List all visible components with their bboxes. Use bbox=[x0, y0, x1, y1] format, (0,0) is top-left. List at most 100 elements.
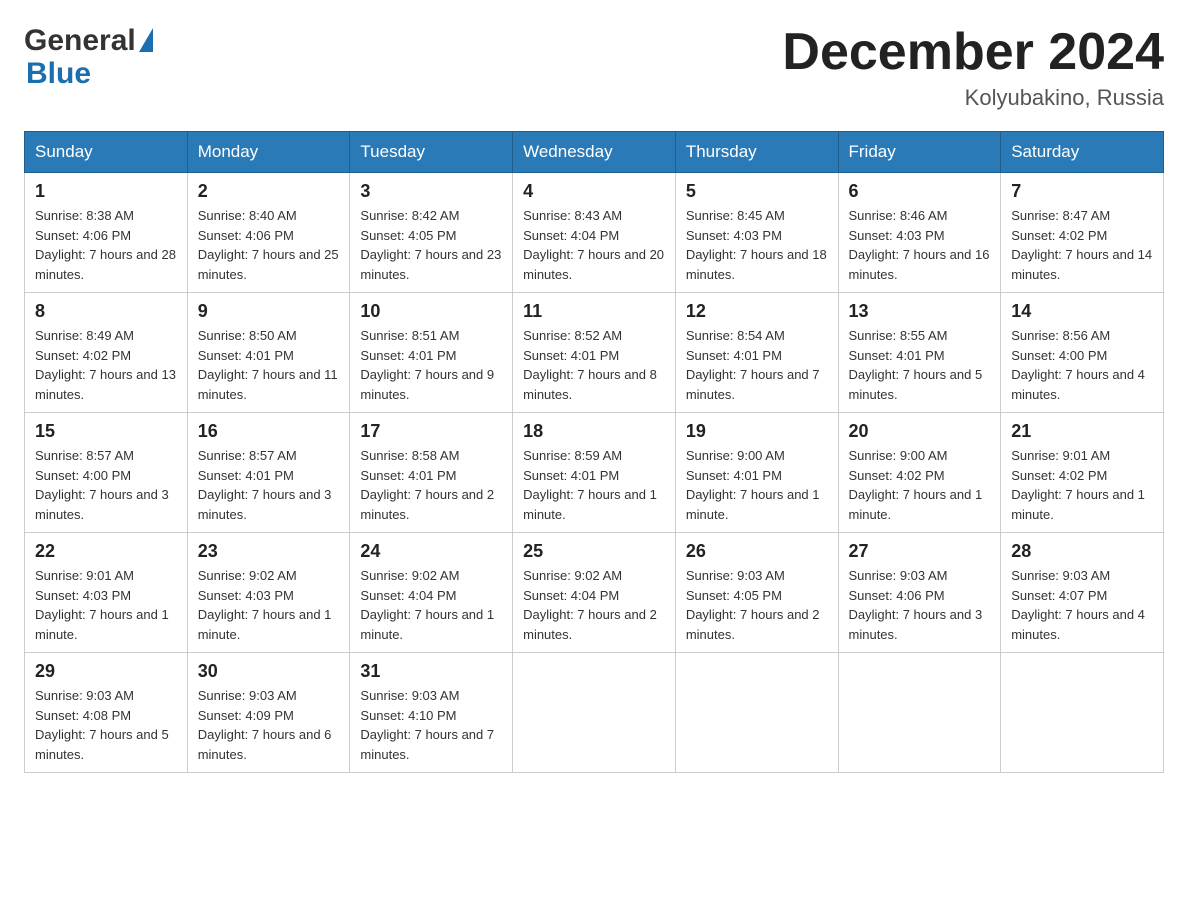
day-number: 23 bbox=[198, 541, 340, 562]
day-number: 27 bbox=[849, 541, 991, 562]
day-info: Sunrise: 9:03 AMSunset: 4:05 PMDaylight:… bbox=[686, 566, 828, 644]
logo-blue-text: Blue bbox=[26, 57, 91, 90]
table-row bbox=[513, 653, 676, 773]
day-number: 2 bbox=[198, 181, 340, 202]
day-number: 16 bbox=[198, 421, 340, 442]
day-number: 1 bbox=[35, 181, 177, 202]
table-row: 3 Sunrise: 8:42 AMSunset: 4:05 PMDayligh… bbox=[350, 173, 513, 293]
day-number: 15 bbox=[35, 421, 177, 442]
day-number: 18 bbox=[523, 421, 665, 442]
table-row: 31 Sunrise: 9:03 AMSunset: 4:10 PMDaylig… bbox=[350, 653, 513, 773]
day-info: Sunrise: 8:47 AMSunset: 4:02 PMDaylight:… bbox=[1011, 206, 1153, 284]
day-number: 28 bbox=[1011, 541, 1153, 562]
table-row: 19 Sunrise: 9:00 AMSunset: 4:01 PMDaylig… bbox=[675, 413, 838, 533]
table-row: 26 Sunrise: 9:03 AMSunset: 4:05 PMDaylig… bbox=[675, 533, 838, 653]
day-info: Sunrise: 8:52 AMSunset: 4:01 PMDaylight:… bbox=[523, 326, 665, 404]
table-row: 6 Sunrise: 8:46 AMSunset: 4:03 PMDayligh… bbox=[838, 173, 1001, 293]
day-info: Sunrise: 8:40 AMSunset: 4:06 PMDaylight:… bbox=[198, 206, 340, 284]
day-number: 21 bbox=[1011, 421, 1153, 442]
table-row bbox=[1001, 653, 1164, 773]
day-number: 31 bbox=[360, 661, 502, 682]
logo: General Blue bbox=[24, 24, 153, 90]
header-monday: Monday bbox=[187, 132, 350, 173]
day-info: Sunrise: 9:03 AMSunset: 4:06 PMDaylight:… bbox=[849, 566, 991, 644]
header-thursday: Thursday bbox=[675, 132, 838, 173]
logo-general-text: General bbox=[24, 24, 136, 57]
day-info: Sunrise: 8:54 AMSunset: 4:01 PMDaylight:… bbox=[686, 326, 828, 404]
day-number: 24 bbox=[360, 541, 502, 562]
table-row: 18 Sunrise: 8:59 AMSunset: 4:01 PMDaylig… bbox=[513, 413, 676, 533]
table-row: 15 Sunrise: 8:57 AMSunset: 4:00 PMDaylig… bbox=[25, 413, 188, 533]
calendar-table: Sunday Monday Tuesday Wednesday Thursday… bbox=[24, 131, 1164, 773]
day-info: Sunrise: 9:03 AMSunset: 4:10 PMDaylight:… bbox=[360, 686, 502, 764]
day-info: Sunrise: 8:57 AMSunset: 4:00 PMDaylight:… bbox=[35, 446, 177, 524]
day-number: 7 bbox=[1011, 181, 1153, 202]
day-number: 26 bbox=[686, 541, 828, 562]
table-row: 10 Sunrise: 8:51 AMSunset: 4:01 PMDaylig… bbox=[350, 293, 513, 413]
day-info: Sunrise: 8:43 AMSunset: 4:04 PMDaylight:… bbox=[523, 206, 665, 284]
day-info: Sunrise: 9:03 AMSunset: 4:09 PMDaylight:… bbox=[198, 686, 340, 764]
day-number: 12 bbox=[686, 301, 828, 322]
day-number: 8 bbox=[35, 301, 177, 322]
day-info: Sunrise: 9:01 AMSunset: 4:02 PMDaylight:… bbox=[1011, 446, 1153, 524]
table-row: 14 Sunrise: 8:56 AMSunset: 4:00 PMDaylig… bbox=[1001, 293, 1164, 413]
logo-triangle-icon bbox=[139, 28, 153, 52]
table-row: 2 Sunrise: 8:40 AMSunset: 4:06 PMDayligh… bbox=[187, 173, 350, 293]
calendar-title: December 2024 bbox=[782, 24, 1164, 81]
weekday-header-row: Sunday Monday Tuesday Wednesday Thursday… bbox=[25, 132, 1164, 173]
day-info: Sunrise: 9:02 AMSunset: 4:03 PMDaylight:… bbox=[198, 566, 340, 644]
header-friday: Friday bbox=[838, 132, 1001, 173]
day-info: Sunrise: 9:01 AMSunset: 4:03 PMDaylight:… bbox=[35, 566, 177, 644]
calendar-subtitle: Kolyubakino, Russia bbox=[782, 85, 1164, 111]
day-info: Sunrise: 8:45 AMSunset: 4:03 PMDaylight:… bbox=[686, 206, 828, 284]
calendar-week-row: 29 Sunrise: 9:03 AMSunset: 4:08 PMDaylig… bbox=[25, 653, 1164, 773]
day-number: 4 bbox=[523, 181, 665, 202]
day-number: 19 bbox=[686, 421, 828, 442]
table-row: 12 Sunrise: 8:54 AMSunset: 4:01 PMDaylig… bbox=[675, 293, 838, 413]
day-info: Sunrise: 9:02 AMSunset: 4:04 PMDaylight:… bbox=[523, 566, 665, 644]
day-info: Sunrise: 8:58 AMSunset: 4:01 PMDaylight:… bbox=[360, 446, 502, 524]
table-row: 20 Sunrise: 9:00 AMSunset: 4:02 PMDaylig… bbox=[838, 413, 1001, 533]
day-number: 11 bbox=[523, 301, 665, 322]
day-number: 9 bbox=[198, 301, 340, 322]
day-info: Sunrise: 8:59 AMSunset: 4:01 PMDaylight:… bbox=[523, 446, 665, 524]
table-row: 27 Sunrise: 9:03 AMSunset: 4:06 PMDaylig… bbox=[838, 533, 1001, 653]
day-number: 17 bbox=[360, 421, 502, 442]
day-info: Sunrise: 9:03 AMSunset: 4:07 PMDaylight:… bbox=[1011, 566, 1153, 644]
calendar-week-row: 15 Sunrise: 8:57 AMSunset: 4:00 PMDaylig… bbox=[25, 413, 1164, 533]
table-row: 4 Sunrise: 8:43 AMSunset: 4:04 PMDayligh… bbox=[513, 173, 676, 293]
table-row: 22 Sunrise: 9:01 AMSunset: 4:03 PMDaylig… bbox=[25, 533, 188, 653]
header-wednesday: Wednesday bbox=[513, 132, 676, 173]
day-info: Sunrise: 8:38 AMSunset: 4:06 PMDaylight:… bbox=[35, 206, 177, 284]
calendar-week-row: 1 Sunrise: 8:38 AMSunset: 4:06 PMDayligh… bbox=[25, 173, 1164, 293]
page-header: General Blue December 2024 Kolyubakino, … bbox=[24, 24, 1164, 111]
table-row: 21 Sunrise: 9:01 AMSunset: 4:02 PMDaylig… bbox=[1001, 413, 1164, 533]
day-info: Sunrise: 9:00 AMSunset: 4:01 PMDaylight:… bbox=[686, 446, 828, 524]
title-section: December 2024 Kolyubakino, Russia bbox=[782, 24, 1164, 111]
day-info: Sunrise: 9:03 AMSunset: 4:08 PMDaylight:… bbox=[35, 686, 177, 764]
table-row: 5 Sunrise: 8:45 AMSunset: 4:03 PMDayligh… bbox=[675, 173, 838, 293]
header-sunday: Sunday bbox=[25, 132, 188, 173]
header-tuesday: Tuesday bbox=[350, 132, 513, 173]
day-number: 22 bbox=[35, 541, 177, 562]
table-row: 16 Sunrise: 8:57 AMSunset: 4:01 PMDaylig… bbox=[187, 413, 350, 533]
table-row bbox=[838, 653, 1001, 773]
table-row: 11 Sunrise: 8:52 AMSunset: 4:01 PMDaylig… bbox=[513, 293, 676, 413]
day-info: Sunrise: 8:50 AMSunset: 4:01 PMDaylight:… bbox=[198, 326, 340, 404]
day-info: Sunrise: 8:46 AMSunset: 4:03 PMDaylight:… bbox=[849, 206, 991, 284]
day-number: 25 bbox=[523, 541, 665, 562]
day-info: Sunrise: 8:42 AMSunset: 4:05 PMDaylight:… bbox=[360, 206, 502, 284]
day-number: 6 bbox=[849, 181, 991, 202]
table-row: 30 Sunrise: 9:03 AMSunset: 4:09 PMDaylig… bbox=[187, 653, 350, 773]
day-number: 3 bbox=[360, 181, 502, 202]
header-saturday: Saturday bbox=[1001, 132, 1164, 173]
table-row bbox=[675, 653, 838, 773]
day-info: Sunrise: 8:57 AMSunset: 4:01 PMDaylight:… bbox=[198, 446, 340, 524]
day-number: 20 bbox=[849, 421, 991, 442]
day-info: Sunrise: 8:49 AMSunset: 4:02 PMDaylight:… bbox=[35, 326, 177, 404]
day-number: 29 bbox=[35, 661, 177, 682]
day-number: 30 bbox=[198, 661, 340, 682]
day-info: Sunrise: 8:55 AMSunset: 4:01 PMDaylight:… bbox=[849, 326, 991, 404]
table-row: 25 Sunrise: 9:02 AMSunset: 4:04 PMDaylig… bbox=[513, 533, 676, 653]
table-row: 29 Sunrise: 9:03 AMSunset: 4:08 PMDaylig… bbox=[25, 653, 188, 773]
